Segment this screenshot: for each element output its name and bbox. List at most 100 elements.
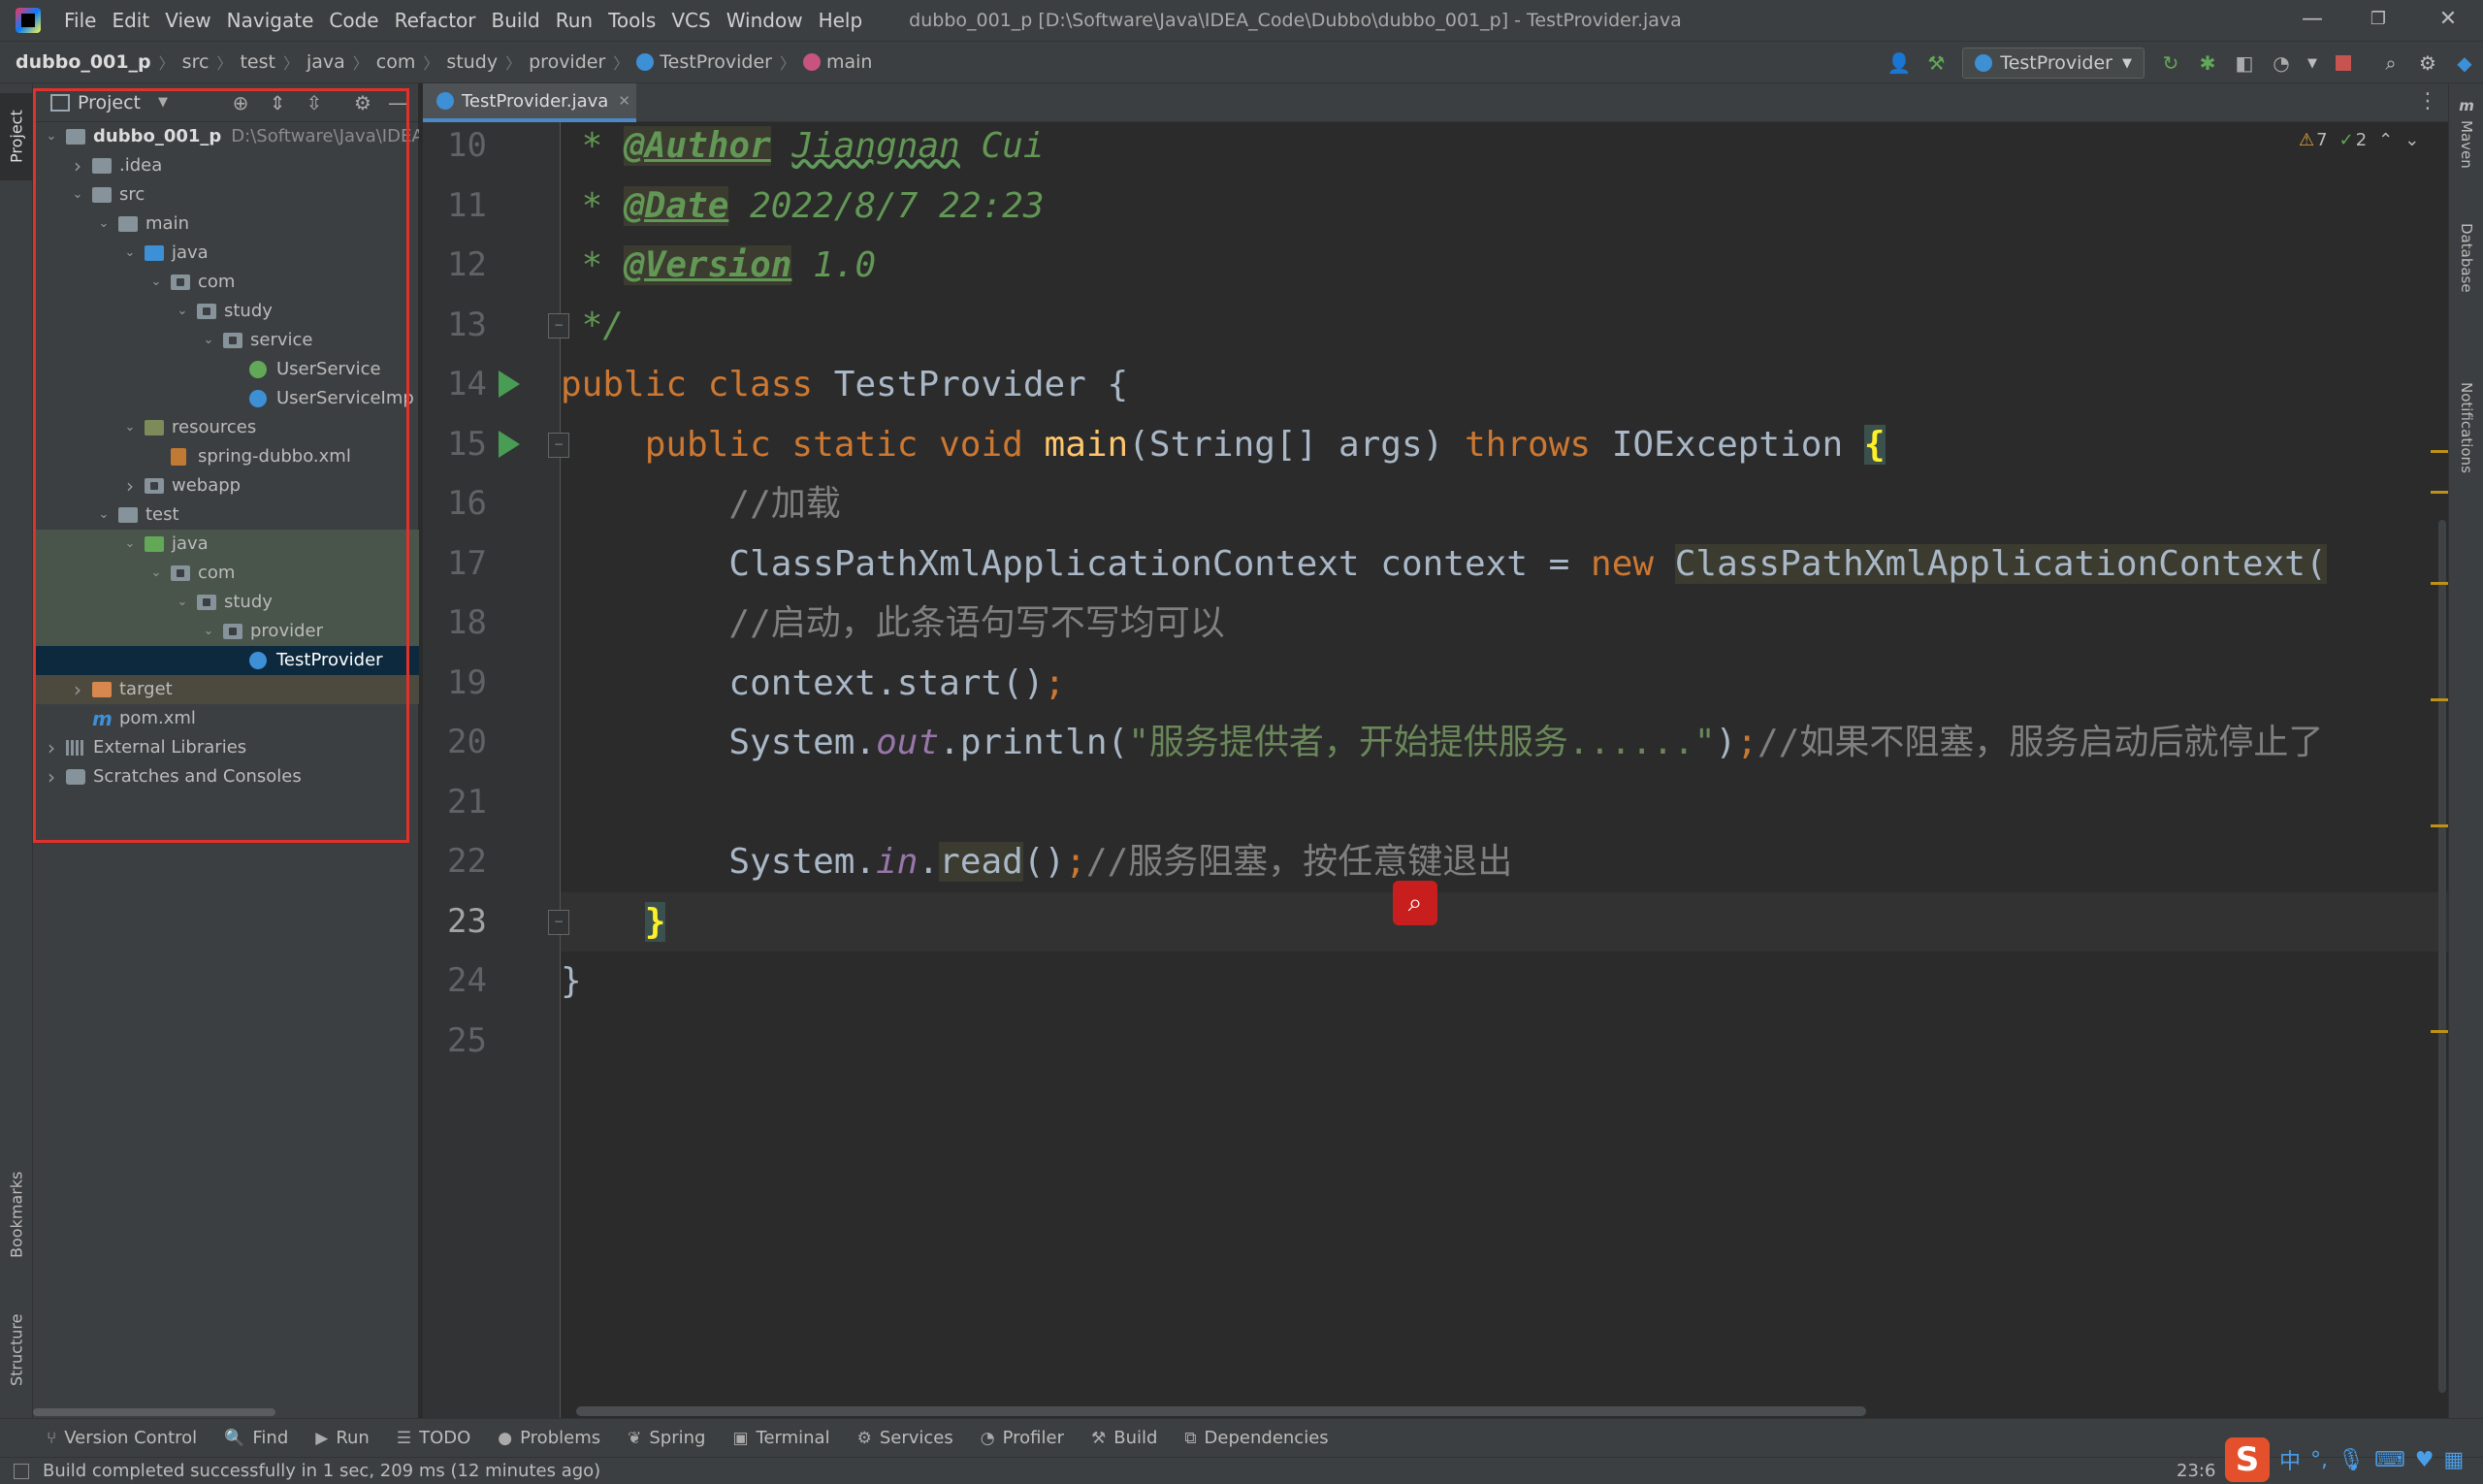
breadcrumb-item[interactable]: study — [446, 51, 498, 73]
tree-item[interactable]: spring-dubbo.xml — [33, 442, 419, 471]
maven-tool-tab[interactable]: m Maven — [2449, 89, 2483, 177]
menu-build[interactable]: Build — [484, 0, 548, 41]
bookmarks-tool-tab[interactable]: Bookmarks — [0, 1166, 33, 1263]
menu-code[interactable]: Code — [321, 0, 386, 41]
menu-view[interactable]: View — [157, 0, 218, 41]
chevron-down-icon[interactable]: ⌄ — [97, 210, 111, 239]
user-icon[interactable]: 👤 — [1886, 49, 1913, 77]
chevron-down-icon[interactable]: ⌄ — [202, 326, 215, 355]
tree-item[interactable]: UserService — [33, 355, 419, 384]
run-configuration-select[interactable]: TestProvider ▼ — [1962, 48, 2144, 79]
tree-item[interactable]: ⌄ test — [33, 500, 419, 530]
code-line[interactable]: System.out.println("服务提供者，开始提供服务......")… — [561, 713, 2448, 772]
code-line[interactable]: } — [561, 891, 2448, 952]
code-line[interactable]: public class TestProvider { — [561, 355, 2448, 414]
hide-panel-icon[interactable]: — — [384, 89, 411, 116]
settings-gear-icon[interactable]: ⚙ — [2414, 49, 2441, 77]
warning-marker[interactable] — [2431, 450, 2448, 453]
restore-button[interactable]: ❐ — [2345, 0, 2411, 41]
menu-refactor[interactable]: Refactor — [387, 0, 484, 41]
tree-item[interactable]: › External Libraries — [33, 733, 419, 762]
punctuation-icon[interactable]: °, — [2310, 1448, 2328, 1472]
project-panel-title[interactable]: Project — [78, 92, 141, 113]
code-line[interactable]: * @Author Jiangnan Cui — [561, 122, 2448, 176]
menu-window[interactable]: Window — [719, 0, 811, 41]
fold-marker-icon[interactable]: − — [548, 909, 569, 935]
stop-icon[interactable] — [2330, 49, 2357, 77]
warning-marker[interactable] — [2431, 1030, 2448, 1033]
inspection-widget[interactable]: ⚠ 7 ✓ 2 ⌃ ⌄ — [2299, 130, 2419, 150]
more-options-icon[interactable]: ⋮ — [2417, 89, 2438, 113]
code-editor[interactable]: @Description TODO * @Author Jiangnan Cui… — [561, 122, 2448, 1418]
code-line[interactable]: context.start(); — [561, 654, 2448, 713]
fold-marker-icon[interactable]: − — [548, 312, 569, 339]
chevron-right-icon[interactable]: › — [45, 762, 58, 791]
build-hammer-icon[interactable]: ⚒ — [1922, 49, 1950, 77]
tree-item[interactable]: › target — [33, 675, 419, 704]
tool-find[interactable]: 🔍 Find — [224, 1428, 288, 1448]
warning-marker[interactable] — [2431, 698, 2448, 701]
tree-item[interactable]: ⌄ src — [33, 180, 419, 210]
code-line[interactable]: public static void main(String[] args) t… — [561, 415, 2448, 474]
code-line[interactable]: ClassPathXmlApplicationContext context =… — [561, 534, 2448, 594]
menu-help[interactable]: Help — [811, 0, 871, 41]
tree-item[interactable]: ⌄ main — [33, 210, 419, 239]
run-gutter-icon[interactable] — [497, 371, 520, 398]
chevron-down-icon[interactable]: ⌄ — [176, 588, 189, 617]
warning-marker[interactable] — [2431, 491, 2448, 494]
fold-marker-icon[interactable]: − — [548, 432, 569, 458]
tree-item[interactable]: ⌄ study — [33, 297, 419, 326]
tool-dependencies[interactable]: ⧉ Dependencies — [1184, 1428, 1328, 1448]
code-line[interactable]: */ — [561, 296, 2448, 355]
structure-tool-tab[interactable]: Structure — [0, 1302, 33, 1399]
caret-position[interactable]: 23:6 — [2177, 1458, 2215, 1484]
code-line[interactable]: //启动，此条语句写不写均可以 — [561, 594, 2448, 653]
tree-item[interactable]: ⌄ java — [33, 239, 419, 268]
menu-navigate[interactable]: Navigate — [219, 0, 322, 41]
microphone-icon[interactable]: 🎙 — [2338, 1448, 2365, 1472]
chevron-down-icon[interactable]: ⌄ — [149, 268, 163, 297]
run-gutter-icon[interactable] — [497, 430, 520, 458]
breadcrumb-item[interactable]: dubbo_001_p — [16, 51, 151, 73]
status-message[interactable]: Build completed successfully in 1 sec, 2… — [43, 1461, 600, 1481]
tree-item[interactable]: UserServiceImp — [33, 384, 419, 413]
chevron-down-icon[interactable]: ⌄ — [202, 617, 215, 646]
coverage-icon[interactable]: ◧ — [2231, 49, 2258, 77]
tree-item[interactable]: ⌄ resources — [33, 413, 419, 442]
chevron-down-icon[interactable]: ⌄ — [97, 500, 111, 530]
chevron-down-icon[interactable]: ⌄ — [123, 413, 137, 442]
chevron-right-icon[interactable]: › — [71, 151, 84, 180]
ime-mode-label[interactable]: 中 — [2279, 1444, 2301, 1475]
project-tool-tab[interactable]: Project — [0, 93, 33, 180]
breadcrumb-item[interactable]: test — [240, 51, 275, 73]
minimize-button[interactable]: — — [2279, 0, 2345, 41]
breadcrumb-item[interactable]: com — [376, 51, 416, 73]
collapse-all-icon[interactable]: ⇳ — [301, 89, 328, 116]
editor-vertical-scrollbar[interactable] — [2438, 520, 2446, 1393]
tool-build[interactable]: ⚒ Build — [1091, 1428, 1157, 1448]
tree-item[interactable]: m pom.xml — [33, 704, 419, 733]
tree-item[interactable]: › .idea — [33, 151, 419, 180]
tool-problems[interactable]: ● Problems — [498, 1428, 600, 1448]
jetbrains-toolbox-icon[interactable]: ◆ — [2451, 49, 2478, 77]
database-tool-tab[interactable]: Database — [2449, 200, 2483, 316]
tree-item[interactable]: ⌄ com — [33, 559, 419, 588]
toolbox-grid-icon[interactable]: ▦ — [2443, 1448, 2464, 1472]
tree-item[interactable]: ⌄ dubbo_001_p D:\Software\Java\IDEA_C — [33, 122, 419, 151]
tree-item[interactable]: › webapp — [33, 471, 419, 500]
keyboard-icon[interactable]: ⌨ — [2374, 1448, 2405, 1472]
close-button[interactable]: ✕ — [2415, 0, 2481, 41]
chevron-down-icon[interactable]: ⌄ — [149, 559, 163, 588]
project-panel-scrollbar[interactable] — [33, 1408, 275, 1416]
tool-profiler[interactable]: ◔ Profiler — [981, 1428, 1064, 1448]
expand-all-icon[interactable]: ⇕ — [264, 89, 291, 116]
chevron-down-icon[interactable]: ⌄ — [123, 530, 137, 559]
tree-item[interactable]: ⌄ service — [33, 326, 419, 355]
close-tab-icon[interactable]: ✕ — [618, 92, 630, 110]
code-line[interactable]: * @Version 1.0 — [561, 236, 2448, 295]
chevron-down-icon[interactable]: ⌄ — [45, 122, 58, 151]
breadcrumb-item[interactable]: java — [306, 51, 345, 73]
code-line[interactable]: //加载 — [561, 474, 2448, 533]
tree-item[interactable]: › Scratches and Consoles — [33, 762, 419, 791]
editor-horizontal-scrollbar[interactable] — [576, 1406, 1866, 1416]
